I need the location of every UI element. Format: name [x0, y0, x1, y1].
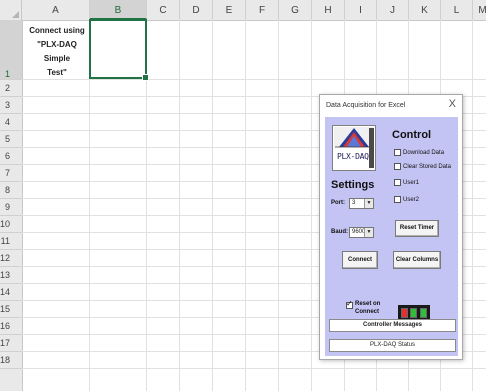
- column-header-d[interactable]: D: [180, 0, 213, 20]
- row-header-4[interactable]: 4: [0, 114, 22, 131]
- row-header-10[interactable]: 10: [0, 216, 22, 233]
- selected-cell-b1[interactable]: [89, 19, 149, 81]
- row-header-15[interactable]: 15: [0, 301, 22, 318]
- row-header-16[interactable]: 16: [0, 318, 22, 335]
- row-header-18[interactable]: 18: [0, 352, 22, 369]
- row-header-11[interactable]: 11: [0, 233, 22, 250]
- plx-daq-logo: PLX-DAQ: [332, 125, 376, 171]
- column-header-l[interactable]: L: [441, 0, 473, 20]
- port-value: 3: [352, 200, 356, 206]
- cell-a1-line: "PLX-DAQ Simple: [37, 40, 77, 63]
- clear-columns-button[interactable]: Clear Columns: [393, 251, 441, 269]
- grid-vline: [212, 20, 213, 391]
- led-indicator: [401, 308, 409, 318]
- column-header-m[interactable]: M: [473, 0, 486, 20]
- plx-daq-status-box: PLX-DAQ Status: [329, 339, 456, 352]
- control-heading: Control: [392, 129, 432, 141]
- logo-graphic-icon: [334, 127, 374, 168]
- baud-label: Baud:: [331, 229, 348, 235]
- column-header-h[interactable]: H: [312, 0, 345, 20]
- row-header-1[interactable]: 1: [0, 20, 22, 80]
- port-label: Port:: [331, 200, 345, 206]
- chevron-down-icon[interactable]: ▼: [364, 228, 373, 237]
- column-header-e[interactable]: E: [213, 0, 246, 20]
- close-icon[interactable]: X: [449, 98, 456, 110]
- grid-vline: [311, 20, 312, 391]
- user1-checkbox[interactable]: User1: [394, 179, 419, 186]
- column-header-k[interactable]: K: [409, 0, 441, 20]
- reset-timer-button[interactable]: Reset Timer: [395, 220, 439, 237]
- dialog-body: PLX-DAQ Control Download Data Clear Stor…: [325, 117, 458, 356]
- settings-heading: Settings: [331, 179, 375, 191]
- checkbox-box[interactable]: [394, 163, 401, 170]
- row-header-6[interactable]: 6: [0, 148, 22, 165]
- row-header-12[interactable]: 12: [0, 250, 22, 267]
- reset-on-connect-checkbox[interactable]: Reset on Connect: [346, 299, 380, 316]
- controller-messages-box: Controller Messages: [329, 319, 456, 332]
- logo-text: PLX-DAQ: [337, 152, 369, 161]
- checkbox-box[interactable]: [394, 149, 401, 156]
- connect-button[interactable]: Connect: [342, 251, 378, 269]
- row-header-14[interactable]: 14: [0, 284, 22, 301]
- column-header-a[interactable]: A: [22, 0, 90, 20]
- dialog-title: Data Acquisition for Excel: [326, 102, 406, 109]
- clear-stored-data-checkbox[interactable]: Clear Stored Data: [394, 163, 451, 170]
- cell-a1[interactable]: Connect using "PLX-DAQ Simple Test": [24, 24, 90, 80]
- port-select[interactable]: 3 ▼: [349, 198, 374, 209]
- grid-vline: [278, 20, 279, 391]
- reset-on-connect-line: Reset on: [355, 301, 381, 307]
- checkbox-label: Download Data: [403, 149, 445, 156]
- row-header-5[interactable]: 5: [0, 131, 22, 148]
- checkbox-label: User1: [403, 179, 420, 186]
- column-header-c[interactable]: C: [147, 0, 180, 20]
- reset-on-connect-label: Reset on Connect: [355, 300, 380, 316]
- row-header-13[interactable]: 13: [0, 267, 22, 284]
- column-header-f[interactable]: F: [246, 0, 279, 20]
- checkbox-box[interactable]: [394, 196, 401, 203]
- grid-vline: [179, 20, 180, 391]
- grid-hline: [22, 368, 486, 369]
- row-header-9[interactable]: 9: [0, 199, 22, 216]
- select-all-corner[interactable]: [0, 0, 22, 20]
- led-indicator: [419, 308, 427, 318]
- download-data-checkbox[interactable]: Download Data: [394, 149, 444, 156]
- grid-hline: [22, 79, 486, 80]
- row-header-3[interactable]: 3: [0, 97, 22, 114]
- plx-daq-dialog: Data Acquisition for Excel X PLX-DAQ Con…: [319, 94, 463, 360]
- checkbox-label: User2: [403, 196, 420, 203]
- checkbox-box[interactable]: [394, 179, 401, 186]
- row-header-8[interactable]: 8: [0, 182, 22, 199]
- column-header-g[interactable]: G: [279, 0, 312, 20]
- reset-on-connect-line: Connect: [355, 309, 379, 315]
- user2-checkbox[interactable]: User2: [394, 196, 419, 203]
- row-header-2[interactable]: 2: [0, 80, 22, 97]
- chevron-down-icon[interactable]: ▼: [364, 199, 373, 208]
- grid-vline: [245, 20, 246, 391]
- checkbox-box[interactable]: [346, 299, 353, 309]
- column-header-i[interactable]: I: [345, 0, 377, 20]
- row-header-17[interactable]: 17: [0, 335, 22, 352]
- column-header-b[interactable]: B: [90, 0, 147, 20]
- led-indicator: [410, 308, 418, 318]
- checkbox-label: Clear Stored Data: [403, 163, 452, 170]
- row-header-7[interactable]: 7: [0, 165, 22, 182]
- baud-select[interactable]: 9600 ▼: [349, 227, 374, 238]
- column-header-j[interactable]: J: [377, 0, 409, 20]
- cell-a1-line: Connect using: [29, 26, 85, 35]
- grid-vline: [472, 20, 473, 391]
- cell-a1-line: Test": [47, 68, 67, 77]
